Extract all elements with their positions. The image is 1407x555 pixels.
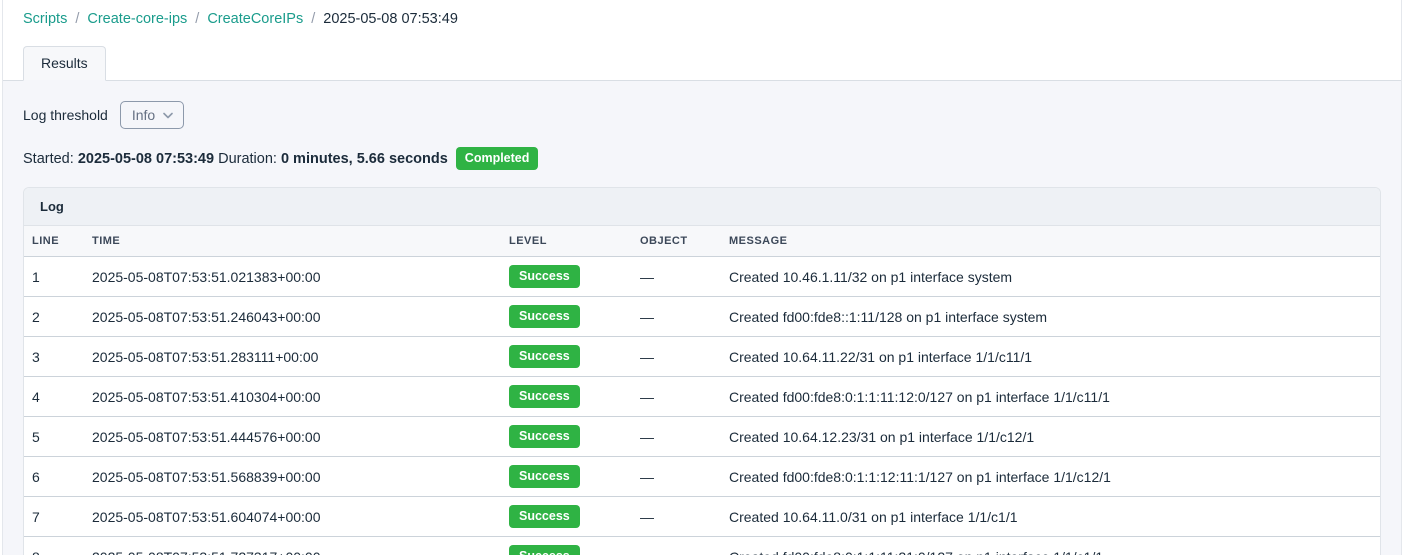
log-cell-object: — xyxy=(632,297,721,337)
log-cell-object: — xyxy=(632,497,721,537)
execution-summary: Started: 2025-05-08 07:53:49 Duration: 0… xyxy=(23,147,1381,170)
duration-label: Duration: xyxy=(214,151,281,167)
breadcrumb: Scripts / Create-core-ips / CreateCoreIPs / 20… xyxy=(3,0,1401,27)
log-threshold-selected-value: Info xyxy=(132,107,155,123)
log-threshold-select[interactable]: Info xyxy=(120,101,184,129)
level-badge: Success xyxy=(509,265,580,288)
tab-results[interactable]: Results xyxy=(23,46,106,81)
log-cell-object: — xyxy=(632,257,721,297)
log-cell-message: Created 10.46.1.11/32 on p1 interface sy… xyxy=(721,257,1380,297)
log-cell-message: Created 10.64.11.0/31 on p1 interface 1/… xyxy=(721,497,1380,537)
log-cell-line: 3 xyxy=(24,337,84,377)
log-cell-time: 2025-05-08T07:53:51.568839+00:00 xyxy=(84,457,501,497)
log-cell-level: Success xyxy=(501,537,632,555)
log-cell-time: 2025-05-08T07:53:51.283111+00:00 xyxy=(84,337,501,377)
log-cell-line: 1 xyxy=(24,257,84,297)
log-cell-level: Success xyxy=(501,457,632,497)
log-card: Log Line Time Level Object Message 12025… xyxy=(23,187,1381,555)
log-cell-message: Created fd00:fde8:0:1:1:11:12:0/127 on p… xyxy=(721,377,1380,417)
level-badge: Success xyxy=(509,545,580,555)
log-row: 42025-05-08T07:53:51.410304+00:00 Success… xyxy=(24,377,1380,417)
log-cell-object: — xyxy=(632,457,721,497)
log-table-header-row: Line Time Level Object Message xyxy=(24,226,1380,257)
log-cell-message: Created 10.64.12.23/31 on p1 interface 1… xyxy=(721,417,1380,457)
duration-value: 0 minutes, 5.66 seconds xyxy=(281,151,448,167)
log-row: 52025-05-08T07:53:51.444576+00:00 Success… xyxy=(24,417,1380,457)
log-cell-line: 2 xyxy=(24,297,84,337)
log-cell-line: 6 xyxy=(24,457,84,497)
log-cell-line: 7 xyxy=(24,497,84,537)
column-header-message: Message xyxy=(721,226,1380,257)
level-badge: Success xyxy=(509,305,580,328)
log-cell-time: 2025-05-08T07:53:51.444576+00:00 xyxy=(84,417,501,457)
log-cell-message: Created 10.64.11.22/31 on p1 interface 1… xyxy=(721,337,1380,377)
log-row: 32025-05-08T07:53:51.283111+00:00 Success… xyxy=(24,337,1380,377)
log-cell-level: Success xyxy=(501,257,632,297)
log-cell-level: Success xyxy=(501,417,632,457)
log-table: Line Time Level Object Message 12025-05-… xyxy=(24,226,1380,555)
log-cell-message: Created fd00:fde8:0:1:1:11:21:0/127 on p… xyxy=(721,537,1380,555)
tab-bar: Results xyxy=(23,46,106,81)
log-row: 82025-05-08T07:53:51.727317+00:00 Success… xyxy=(24,537,1380,555)
log-cell-time: 2025-05-08T07:53:51.246043+00:00 xyxy=(84,297,501,337)
log-cell-level: Success xyxy=(501,297,632,337)
breadcrumb-separator: / xyxy=(195,11,199,27)
column-header-level: Level xyxy=(501,226,632,257)
log-cell-object: — xyxy=(632,537,721,555)
log-row: 72025-05-08T07:53:51.604074+00:00 Success… xyxy=(24,497,1380,537)
results-content: Log threshold Info Started: 2025-05-08 0… xyxy=(3,81,1401,555)
log-cell-object: — xyxy=(632,377,721,417)
breadcrumb-link[interactable]: CreateCoreIPs xyxy=(207,11,303,27)
level-badge: Success xyxy=(509,465,580,488)
log-cell-message: Created fd00:fde8:0:1:1:12:11:1/127 on p… xyxy=(721,457,1380,497)
column-header-line: Line xyxy=(24,226,84,257)
top-bar: Scripts / Create-core-ips / CreateCoreIPs / 20… xyxy=(3,0,1401,81)
log-cell-object: — xyxy=(632,337,721,377)
log-table-body: 12025-05-08T07:53:51.021383+00:00 Success… xyxy=(24,257,1380,555)
log-cell-time: 2025-05-08T07:53:51.410304+00:00 xyxy=(84,377,501,417)
level-badge: Success xyxy=(509,345,580,368)
status-badge: Completed xyxy=(456,147,539,170)
log-cell-object: — xyxy=(632,417,721,457)
column-header-time: Time xyxy=(84,226,501,257)
log-cell-level: Success xyxy=(501,497,632,537)
page-container: Scripts/Create-core-ips/CreateCoreIPs/20… xyxy=(2,0,1402,555)
log-cell-message: Created fd00:fde8::1:11/128 on p1 interf… xyxy=(721,297,1380,337)
log-card-title: Log xyxy=(24,188,1380,226)
breadcrumb-link[interactable]: Create-core-ips xyxy=(87,11,187,27)
log-threshold-label: Log threshold xyxy=(23,107,108,123)
log-cell-level: Success xyxy=(501,337,632,377)
log-row: 22025-05-08T07:53:51.246043+00:00 Success… xyxy=(24,297,1380,337)
level-badge: Success xyxy=(509,425,580,448)
log-cell-level: Success xyxy=(501,377,632,417)
chevron-down-icon xyxy=(163,112,173,119)
log-cell-line: 5 xyxy=(24,417,84,457)
level-badge: Success xyxy=(509,385,580,408)
log-threshold-row: Log threshold Info xyxy=(23,101,1381,129)
column-header-object: Object xyxy=(632,226,721,257)
log-cell-time: 2025-05-08T07:53:51.727317+00:00 xyxy=(84,537,501,555)
breadcrumb-separator: / xyxy=(75,11,79,27)
log-cell-time: 2025-05-08T07:53:51.021383+00:00 xyxy=(84,257,501,297)
level-badge: Success xyxy=(509,505,580,528)
log-cell-time: 2025-05-08T07:53:51.604074+00:00 xyxy=(84,497,501,537)
log-cell-line: 8 xyxy=(24,537,84,555)
started-label: Started: xyxy=(23,151,78,167)
log-cell-line: 4 xyxy=(24,377,84,417)
started-value: 2025-05-08 07:53:49 xyxy=(78,151,214,167)
breadcrumb-separator: / xyxy=(311,11,315,27)
log-row: 12025-05-08T07:53:51.021383+00:00 Success… xyxy=(24,257,1380,297)
breadcrumb-link[interactable]: Scripts xyxy=(23,11,67,27)
log-row: 62025-05-08T07:53:51.568839+00:00 Success… xyxy=(24,457,1380,497)
breadcrumb-current: 2025-05-08 07:53:49 xyxy=(323,11,458,27)
